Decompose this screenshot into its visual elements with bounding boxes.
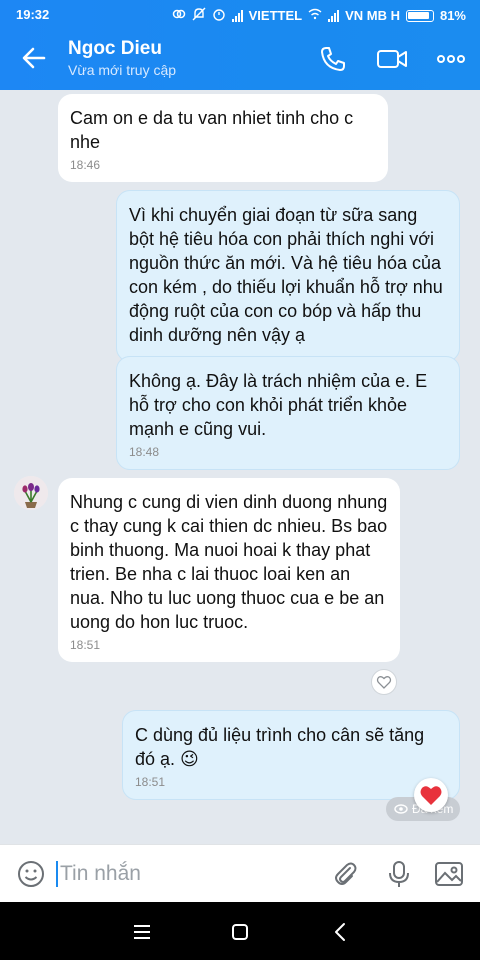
status-time: 19:32 [16, 7, 50, 22]
microphone-icon[interactable] [384, 859, 414, 889]
carrier-2: VN MB H [345, 8, 400, 23]
menu-icon[interactable] [132, 922, 152, 942]
emoji-icon[interactable] [16, 859, 46, 889]
message-outgoing[interactable]: Không ạ. Đây là trách nhiệm của e. E hỗ … [116, 356, 460, 470]
message-incoming[interactable]: Nhung c cung di vien dinh duong nhung c … [58, 478, 400, 662]
signal-icon-1 [231, 9, 243, 22]
react-heart-button[interactable] [371, 669, 397, 695]
contact-name[interactable]: Ngoc Dieu [68, 38, 162, 60]
message-time: 18:46 [70, 158, 101, 172]
contact-status: Vừa mới truy cập [68, 62, 177, 78]
attachment-icon[interactable] [330, 859, 360, 889]
battery-level: 81% [439, 8, 466, 23]
message-text: Nhung c cung di vien dinh duong nhung c … [70, 492, 388, 632]
link-icon [172, 7, 186, 24]
message-outgoing[interactable]: C dùng đủ liệu trình cho cân sẽ tăng đó … [122, 710, 460, 800]
message-incoming[interactable]: Cam on e da tu van nhiet tinh cho c nhe … [58, 94, 388, 182]
system-nav-bar [0, 902, 480, 960]
battery-icon [405, 9, 434, 22]
wifi-off-icon [308, 7, 322, 24]
message-input[interactable]: Tin nhắn [56, 861, 141, 887]
eye-icon [394, 804, 408, 814]
silent-icon [192, 7, 206, 24]
contact-avatar[interactable] [14, 476, 48, 510]
more-options-icon[interactable] [436, 44, 466, 74]
heart-outline-icon [376, 676, 392, 689]
message-text: Vì khi chuyển giai đoạn từ sữa sang bột … [129, 205, 443, 345]
message-text: Không ạ. Đây là trách nhiệm của e. E hỗ … [129, 371, 428, 439]
heart-icon [420, 786, 442, 805]
heart-reaction[interactable] [414, 778, 448, 812]
message-time: 18:48 [129, 445, 160, 459]
signal-icon-2 [328, 9, 340, 22]
carrier-1: VIETTEL [248, 8, 303, 23]
message-text: C dùng đủ liệu trình cho cân sẽ tăng đó … [135, 725, 425, 769]
chat-header: 19:32 VIETTEL VN MB H 81% Ngoc Dieu Vừa [0, 0, 480, 90]
alarm-icon [212, 7, 226, 24]
image-gallery-icon[interactable] [434, 859, 464, 889]
message-text: Cam on e da tu van nhiet tinh cho c nhe [70, 108, 354, 152]
status-bar: 19:32 VIETTEL VN MB H 81% [0, 0, 480, 28]
home-icon[interactable] [230, 922, 250, 942]
back-nav-icon[interactable] [330, 922, 350, 942]
status-right: VIETTEL VN MB H 81% [172, 7, 466, 24]
video-call-icon[interactable] [376, 44, 407, 74]
message-time: 18:51 [70, 638, 101, 652]
message-input-bar: Tin nhắn [0, 844, 480, 902]
phone-call-icon[interactable] [318, 44, 348, 74]
message-outgoing[interactable]: Vì khi chuyển giai đoạn từ sữa sang bột … [116, 190, 460, 362]
message-time: 18:51 [135, 775, 166, 789]
back-arrow-icon[interactable] [20, 44, 48, 72]
